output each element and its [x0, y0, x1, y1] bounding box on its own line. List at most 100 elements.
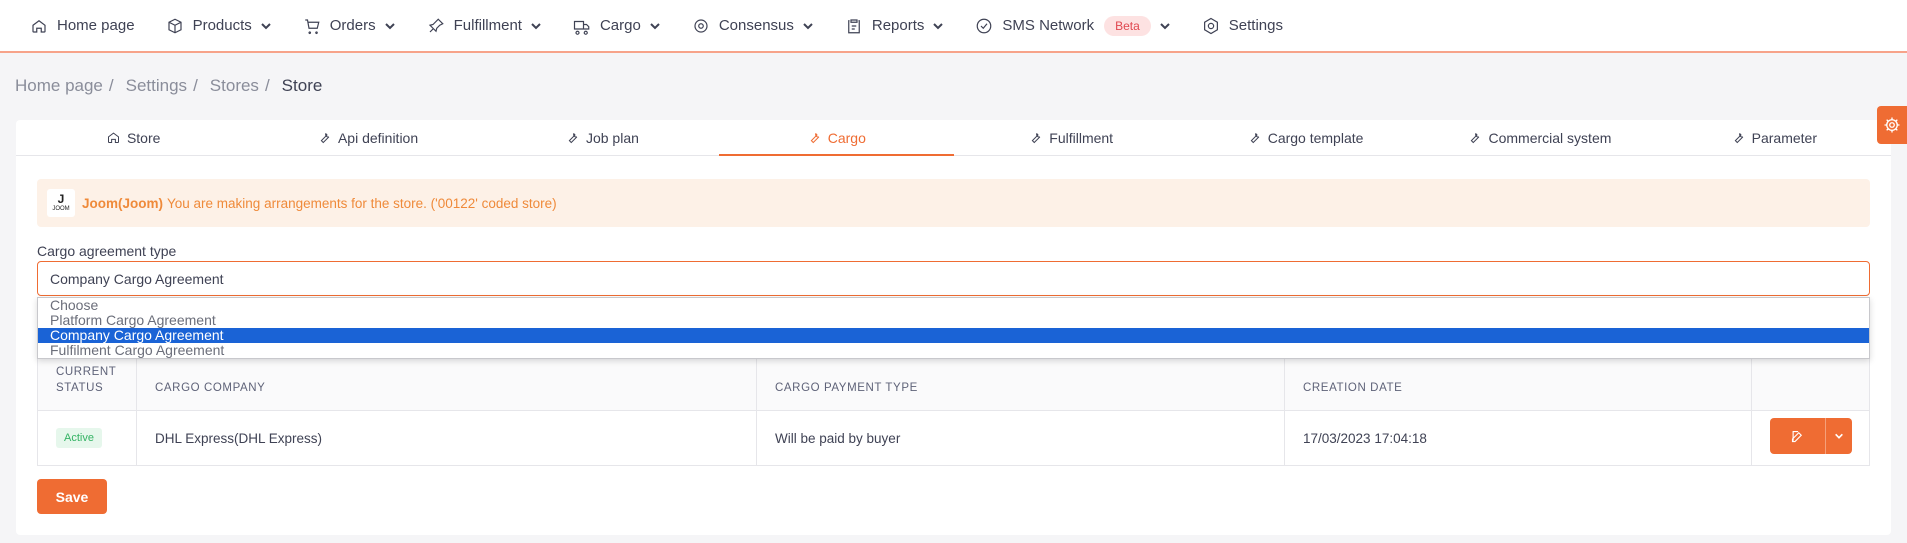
tab-api-definition[interactable]: Api definition	[250, 120, 484, 155]
chevron-down-icon	[1160, 22, 1170, 29]
tab-label: Parameter	[1751, 129, 1817, 146]
store-logo: J JOOM	[47, 189, 75, 217]
header-cargo-company: CARGO COMPANY	[137, 356, 757, 410]
truck-icon	[573, 20, 590, 35]
wrench-icon	[320, 133, 330, 144]
payment-cell: Will be paid by buyer	[757, 411, 1285, 465]
status-badge: Active	[56, 428, 102, 448]
nav-label: Products	[192, 17, 252, 34]
breadcrumb-home-page[interactable]: Home page /	[15, 76, 120, 96]
nav-fulfillment[interactable]: Fulfillment	[427, 0, 542, 51]
tab-cargo-template[interactable]: Cargo template	[1188, 120, 1422, 155]
tab-job-plan[interactable]: Job plan	[485, 120, 719, 155]
nav-label: Orders	[329, 17, 376, 34]
edit-button[interactable]	[1770, 418, 1825, 454]
edit-icon	[1791, 430, 1803, 442]
tab-cargo[interactable]: Cargo	[719, 120, 954, 156]
header-current-status: CURRENT STATUS	[38, 356, 137, 410]
actions-cell	[1752, 411, 1871, 465]
wrench-icon	[1471, 133, 1480, 144]
tab-label: Fulfillment	[1049, 129, 1114, 146]
breadcrumb: Home page / Settings / Stores / Store	[15, 76, 328, 96]
nav-cargo[interactable]: Cargo	[573, 0, 661, 51]
chevron-down-icon	[933, 22, 944, 29]
nav-label: SMS Network	[1002, 17, 1095, 34]
table-header: CURRENT STATUS CARGO COMPANY CARGO PAYME…	[38, 356, 1869, 411]
gear-icon	[1203, 17, 1218, 34]
chevron-down-icon	[1835, 433, 1843, 439]
store-logo-text: JOOM	[52, 205, 70, 212]
box-icon	[167, 18, 182, 33]
notice-message: You are making arrangements for the stor…	[167, 195, 557, 211]
option-company-cargo[interactable]: Company Cargo Agreement	[38, 328, 1869, 343]
option-fulfilment-cargo[interactable]: Fulfilment Cargo Agreement	[38, 343, 1869, 358]
tab-label: Cargo template	[1267, 129, 1364, 146]
wrench-icon	[810, 133, 819, 144]
tab-store[interactable]: Store	[16, 120, 250, 155]
store-notice: J JOOM Joom(Joom) You are making arrange…	[37, 179, 1870, 227]
clipboard-icon	[848, 18, 860, 33]
header-payment-type: CARGO PAYMENT TYPE	[757, 356, 1285, 410]
nav-products[interactable]: Products	[166, 0, 272, 51]
row-action-group	[1770, 418, 1852, 454]
tab-label: Store	[126, 129, 161, 146]
status-cell: Active	[38, 411, 137, 465]
cargo-agreement-select[interactable]: Company Cargo Agreement	[37, 261, 1870, 296]
nav-label: Home page	[57, 17, 135, 34]
row-actions-dropdown-button[interactable]	[1825, 418, 1852, 454]
breadcrumb-settings[interactable]: Settings /	[126, 76, 204, 96]
beta-badge: Beta	[1104, 15, 1151, 36]
wrench-icon	[1734, 133, 1743, 144]
chevron-down-icon	[650, 22, 660, 29]
cargo-agreement-label: Cargo agreement type	[37, 243, 177, 259]
wrench-icon	[568, 133, 578, 144]
cargo-agreement-dropdown: Choose Platform Cargo Agreement Company …	[37, 297, 1870, 359]
company-cell: DHL Express(DHL Express)	[137, 411, 757, 465]
cargo-table: CURRENT STATUS CARGO COMPANY CARGO PAYME…	[37, 355, 1870, 466]
chevron-down-icon	[531, 22, 541, 29]
tab-label: Cargo	[827, 129, 866, 146]
tab-fulfillment[interactable]: Fulfillment	[954, 120, 1188, 155]
nav-label: Reports	[871, 17, 925, 34]
chevron-down-icon	[384, 22, 395, 29]
header-actions	[1752, 356, 1871, 410]
save-button[interactable]: Save	[37, 479, 107, 514]
nav-label: Consensus	[718, 17, 794, 34]
store-name: Joom(Joom)	[82, 195, 163, 211]
table-row: Active DHL Express(DHL Express) Will be …	[38, 411, 1869, 465]
date-cell: 17/03/2023 17:04:18	[1285, 411, 1752, 465]
nav-settings[interactable]: Settings	[1202, 0, 1283, 51]
tab-label: Api definition	[337, 129, 419, 146]
chevron-down-icon	[803, 22, 813, 29]
nav-consensus[interactable]: Consensus	[692, 0, 814, 51]
nav-reports[interactable]: Reports	[845, 0, 945, 51]
nav-label: Settings	[1228, 17, 1283, 34]
eye-icon	[694, 18, 708, 33]
wrench-icon	[1031, 133, 1041, 144]
tab-commercial-system[interactable]: Commercial system	[1422, 120, 1656, 155]
tab-label: Commercial system	[1488, 129, 1612, 146]
nav-home-page[interactable]: Home page	[30, 0, 135, 51]
nav-sms-network[interactable]: SMS Network Beta	[975, 0, 1170, 51]
check-circle-icon	[977, 18, 992, 33]
wrench-icon	[1250, 133, 1259, 144]
gear-icon	[1884, 117, 1900, 133]
nav-label: Cargo	[599, 17, 641, 34]
header-creation-date: CREATION DATE	[1285, 356, 1752, 410]
option-platform-cargo[interactable]: Platform Cargo Agreement	[38, 313, 1869, 328]
store-settings-card: Store Api definition Job plan Cargo Fulf…	[16, 120, 1891, 535]
breadcrumb-current: Store	[281, 76, 323, 95]
option-choose[interactable]: Choose	[38, 298, 1869, 313]
nav-orders[interactable]: Orders	[303, 0, 396, 51]
cart-icon	[305, 18, 320, 34]
home-icon	[32, 19, 46, 33]
pin-icon	[428, 17, 444, 32]
tab-label: Job plan	[585, 129, 639, 146]
tab-parameter[interactable]: Parameter	[1657, 120, 1891, 155]
store-logo-letter: J	[57, 191, 65, 206]
settings-floating-button[interactable]	[1877, 106, 1907, 144]
breadcrumb-stores[interactable]: Stores /	[210, 76, 276, 96]
nav-label: Fulfillment	[453, 17, 522, 34]
store-tabs: Store Api definition Job plan Cargo Fulf…	[16, 120, 1891, 156]
top-navbar: Home page Products Orders Fulfillment Ca…	[0, 0, 1907, 53]
